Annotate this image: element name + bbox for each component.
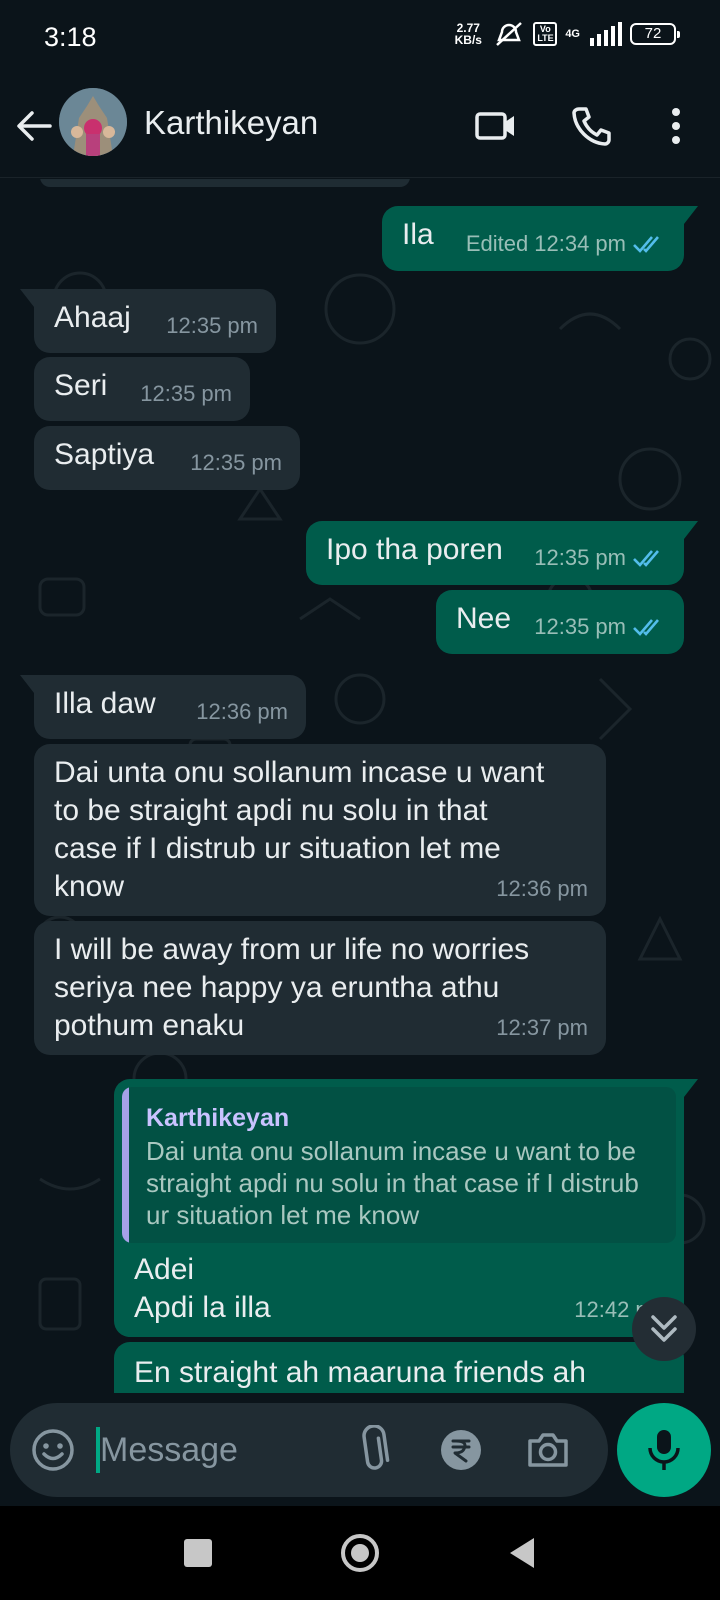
video-call-icon[interactable] [474,104,518,148]
home-circle-icon[interactable] [337,1530,383,1576]
message-text: En straight ah maaruna friends ah [134,1356,586,1389]
message-meta: 12:36 pm [496,870,588,908]
read-ticks-icon [633,236,659,253]
message-input-box[interactable] [10,1403,608,1497]
system-navigation-bar [0,1506,720,1600]
quoted-message[interactable]: Karthikeyan Dai unta onu sollanum incase… [122,1087,676,1243]
recents-square-icon[interactable] [175,1530,221,1576]
message-text: Dai unta onu sollanum incase u want to b… [54,756,545,903]
back-arrow-icon[interactable] [14,106,54,146]
status-icons: 2.77 KB/s Vo LTE 4G 72 [451,20,680,48]
message-text: Nee [456,602,512,635]
message-time: 12:36 pm [496,876,588,901]
message-time: 12:35 pm [190,450,282,475]
message-incoming[interactable]: Illa daw 12:36 pm [20,675,306,739]
message-meta: 12:36 pm [196,693,288,731]
quote-accent-bar [122,1087,129,1243]
message-meta: 12:35 pm [534,539,666,577]
message-meta: 12:35 pm [166,307,258,345]
message-outgoing-partial[interactable]: En straight ah maaruna friends ah [114,1342,684,1393]
contact-name[interactable]: Karthikeyan [144,104,318,142]
message-text: Adei Apdi la illa [134,1253,271,1324]
message-meta: 12:35 pm [190,444,282,482]
message-text: Seri [54,369,108,402]
signal-icon [590,22,622,46]
camera-icon[interactable] [524,1425,572,1475]
message-text: Ila [402,218,434,251]
chat-header: Karthikeyan [0,78,720,178]
message-incoming[interactable]: Ahaaj 12:35 pm [20,289,276,353]
network-speed: 2.77 KB/s [454,21,482,47]
message-time: 12:35 pm [140,381,232,406]
quote-text: Dai unta onu sollanum incase u want to b… [146,1136,639,1230]
message-incoming[interactable]: I will be away from ur life no worries s… [34,921,606,1055]
message-time: 12:36 pm [196,699,288,724]
message-text: I will be away from ur life no worries s… [54,933,530,1042]
mute-icon [496,22,523,46]
message-text: Ahaaj [54,301,131,334]
message-incoming[interactable]: Seri 12:35 pm [34,357,250,421]
status-bar: 3:18 2.77 KB/s Vo LTE 4G 72 [0,0,720,78]
voice-call-icon[interactable] [570,104,614,148]
scroll-to-bottom-button[interactable] [632,1297,696,1361]
read-ticks-icon [633,550,659,567]
message-time: 12:35 pm [166,313,258,338]
message-time: 12:35 pm [534,545,626,570]
composer [0,1393,720,1506]
message-time: 12:34 pm [534,231,626,256]
network-type: 4G [565,28,580,40]
message-outgoing-reply[interactable]: Karthikeyan Dai unta onu sollanum incase… [114,1079,698,1337]
edited-label: Edited [465,231,529,256]
read-ticks-icon [633,619,659,636]
more-options-icon[interactable] [654,104,698,148]
message-incoming[interactable]: Dai unta onu sollanum incase u want to b… [34,744,606,916]
message-input[interactable] [100,1421,350,1479]
quote-author: Karthikeyan [146,1104,290,1132]
chat-area[interactable]: Ila Edited 12:34 pm Ahaaj 12:35 pm Seri … [0,179,720,1393]
message-meta: 12:35 pm [534,608,666,646]
message-outgoing[interactable]: Ipo tha poren 12:35 pm [306,521,698,585]
status-time: 3:18 [44,22,97,52]
voice-message-button[interactable] [617,1403,711,1497]
message-outgoing[interactable]: Ila Edited 12:34 pm [382,206,698,271]
message-meta: Edited 12:34 pm [466,225,666,263]
volte-icon: Vo LTE [533,22,558,46]
message-text: Saptiya [54,438,155,471]
message-outgoing[interactable]: Nee 12:35 pm [436,590,684,654]
attach-icon[interactable] [350,1424,398,1475]
double-chevron-down-icon [651,1315,677,1342]
contact-avatar[interactable] [59,88,127,156]
battery-icon: 72 [630,23,680,45]
message-incoming[interactable]: Saptiya 12:35 pm [34,426,300,490]
message-text: Illa daw [54,687,156,720]
previous-message-edge [40,179,410,187]
message-time: 12:35 pm [534,614,626,639]
emoji-icon[interactable] [30,1427,76,1473]
message-meta: 12:37 pm [496,1009,588,1047]
payment-rupee-icon[interactable] [438,1427,484,1473]
message-text: Ipo tha poren [326,533,503,566]
message-time: 12:37 pm [496,1015,588,1040]
back-triangle-icon[interactable] [500,1530,546,1576]
message-meta: 12:35 pm [140,375,232,413]
microphone-icon [648,1430,680,1470]
